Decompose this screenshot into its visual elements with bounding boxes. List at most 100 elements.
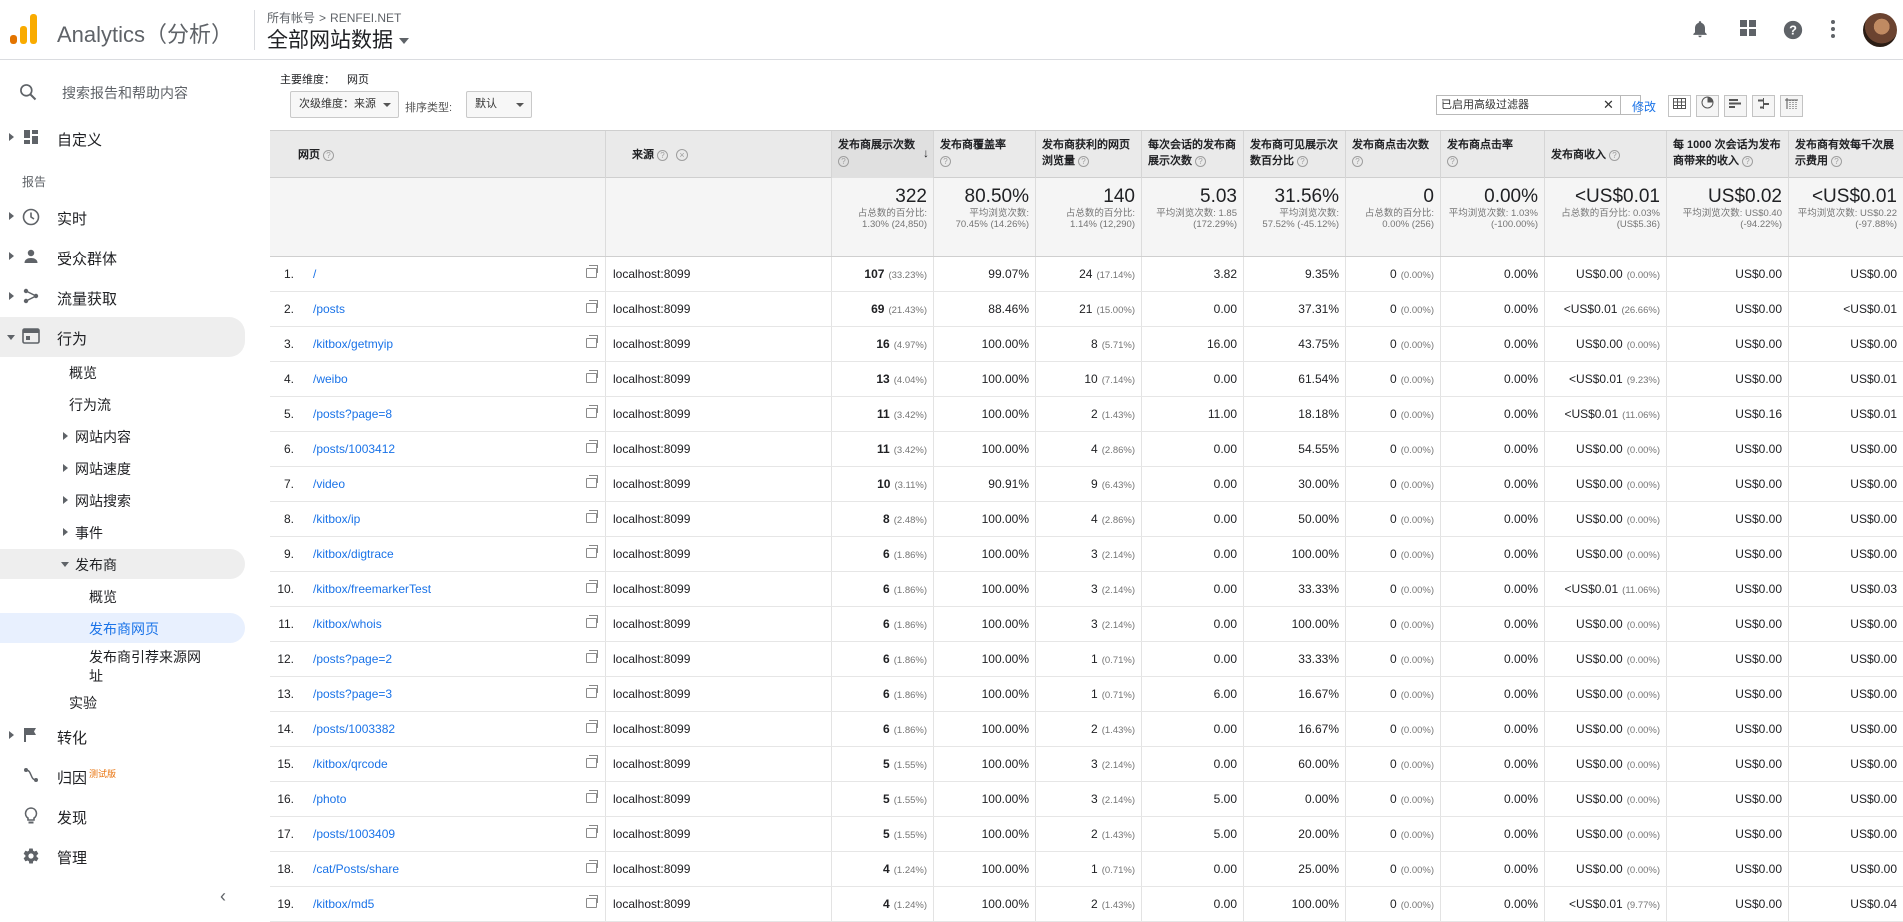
sidebar-item-experiments[interactable]: 实验 <box>0 687 245 717</box>
sidebar-item-events[interactable]: 事件 <box>0 517 245 547</box>
open-external-icon[interactable] <box>586 265 598 278</box>
page-link[interactable]: /weibo <box>313 362 348 396</box>
pie-chart-icon[interactable] <box>1696 95 1719 117</box>
table-view-icon[interactable] <box>1668 95 1691 117</box>
sidebar-item-site-search[interactable]: 网站搜索 <box>0 485 245 515</box>
sidebar-item-publisher-pages[interactable]: 发布商网页 <box>0 613 245 643</box>
header-revenue[interactable]: 发布商收入? <box>1544 131 1666 178</box>
page-link[interactable]: /posts/1003409 <box>313 817 395 851</box>
sort-type-select[interactable]: 默认 <box>466 91 532 118</box>
header-source[interactable]: 来源? × <box>605 131 831 178</box>
header-revenue-per-1000[interactable]: 每 1000 次会话为发布商带来的收入? <box>1666 131 1788 178</box>
sidebar-item-behavior[interactable]: 行为 <box>0 317 245 357</box>
page-cell[interactable]: 3. /kitbox/getmyip <box>270 327 605 361</box>
sidebar-item-overview[interactable]: 概览 <box>0 357 245 387</box>
sidebar-item-publisher-overview[interactable]: 概览 <box>0 581 245 611</box>
open-external-icon[interactable] <box>586 545 598 558</box>
page-link[interactable]: /kitbox/ip <box>313 502 360 536</box>
help-question-icon[interactable]: ? <box>1831 155 1842 167</box>
sidebar-item-site-content[interactable]: 网站内容 <box>0 421 245 451</box>
page-link[interactable]: /cat/Posts/share <box>313 852 399 886</box>
page-link[interactable]: /posts?page=3 <box>313 677 392 711</box>
page-link[interactable]: /kitbox/md5 <box>313 887 374 921</box>
help-icon[interactable]: ? <box>1782 19 1804 41</box>
header-viewable[interactable]: 发布商可见展示次数百分比? <box>1243 131 1345 178</box>
page-cell[interactable]: 19. /kitbox/md5 <box>270 887 605 921</box>
sidebar-item-audience[interactable]: 受众群体 <box>0 241 245 273</box>
page-cell[interactable]: 5. /posts?page=8 <box>270 397 605 431</box>
page-link[interactable]: /posts?page=8 <box>313 397 392 431</box>
collapse-sidebar-chevron-icon[interactable]: ‹ <box>220 886 226 907</box>
sidebar-item-realtime[interactable]: 实时 <box>0 201 245 233</box>
page-link[interactable]: /kitbox/getmyip <box>313 327 393 361</box>
sidebar-item-conversions[interactable]: 转化 <box>0 720 245 752</box>
page-cell[interactable]: 7. /video <box>270 467 605 501</box>
page-cell[interactable]: 16. /photo <box>270 782 605 816</box>
open-external-icon[interactable] <box>586 405 598 418</box>
header-ctr[interactable]: 发布商点击率? <box>1440 131 1544 178</box>
secondary-dimension-select[interactable]: 次级维度：来源 <box>290 91 399 118</box>
apps-grid-icon[interactable] <box>1737 19 1759 41</box>
header-page[interactable]: 网页? <box>270 131 605 178</box>
page-link[interactable]: /posts <box>313 292 345 326</box>
sidebar-search[interactable]: 搜索报告和帮助内容 <box>0 60 260 122</box>
sidebar-item-publisher[interactable]: 发布商 <box>0 549 245 579</box>
sidebar-item-publisher-referrers[interactable]: 发布商引荐来源网址 <box>0 644 245 684</box>
analytics-logo-icon[interactable] <box>10 14 38 44</box>
page-cell[interactable]: 4. /weibo <box>270 362 605 396</box>
page-link[interactable]: /posts/1003412 <box>313 432 395 466</box>
open-external-icon[interactable] <box>586 650 598 663</box>
more-vert-icon[interactable] <box>1822 19 1844 41</box>
remove-dimension-icon[interactable]: × <box>676 149 688 162</box>
open-external-icon[interactable] <box>586 615 598 628</box>
page-link[interactable]: /posts?page=2 <box>313 642 392 676</box>
help-question-icon[interactable]: ? <box>940 155 951 167</box>
clear-filter-button[interactable]: ✕ <box>1597 95 1621 115</box>
sidebar-item-admin[interactable]: 管理 <box>0 840 245 872</box>
sidebar-item-acquisition[interactable]: 流量获取 <box>0 281 245 313</box>
help-question-icon[interactable]: ? <box>838 155 849 167</box>
sidebar-item-attribution[interactable]: 归因 测试版 <box>0 760 245 792</box>
page-cell[interactable]: 8. /kitbox/ip <box>270 502 605 536</box>
open-external-icon[interactable] <box>586 895 598 908</box>
open-external-icon[interactable] <box>586 440 598 453</box>
comparison-icon[interactable] <box>1752 95 1775 117</box>
page-link[interactable]: / <box>313 257 316 291</box>
header-clicks[interactable]: 发布商点击次数? <box>1345 131 1440 178</box>
help-question-icon[interactable]: ? <box>1297 155 1308 167</box>
sidebar-item-discover[interactable]: 发现 <box>0 800 245 832</box>
page-cell[interactable]: 10. /kitbox/freemarkerTest <box>270 572 605 606</box>
sidebar-item-behavior-flow[interactable]: 行为流 <box>0 389 245 419</box>
header-monetized-pageviews[interactable]: 发布商获利的网页浏览量? <box>1035 131 1141 178</box>
property-selector[interactable]: 全部网站数据 <box>267 24 409 54</box>
open-external-icon[interactable] <box>586 860 598 873</box>
user-avatar[interactable] <box>1863 13 1897 47</box>
page-link[interactable]: /posts/1003382 <box>313 712 395 746</box>
open-external-icon[interactable] <box>586 370 598 383</box>
page-link[interactable]: /kitbox/qrcode <box>313 747 388 781</box>
open-external-icon[interactable] <box>586 720 598 733</box>
page-cell[interactable]: 11. /kitbox/whois <box>270 607 605 641</box>
page-cell[interactable]: 14. /posts/1003382 <box>270 712 605 746</box>
page-cell[interactable]: 17. /posts/1003409 <box>270 817 605 851</box>
primary-dimension-value[interactable]: 网页 <box>347 74 369 86</box>
help-question-icon[interactable]: ? <box>1195 155 1206 167</box>
page-cell[interactable]: 18. /cat/Posts/share <box>270 852 605 886</box>
help-question-icon[interactable]: ? <box>657 149 668 161</box>
sidebar-item-custom[interactable]: 自定义 <box>0 122 245 154</box>
page-link[interactable]: /photo <box>313 782 346 816</box>
page-cell[interactable]: 6. /posts/1003412 <box>270 432 605 466</box>
page-link[interactable]: /kitbox/whois <box>313 607 382 641</box>
help-question-icon[interactable]: ? <box>1609 149 1620 161</box>
page-cell[interactable]: 9. /kitbox/digtrace <box>270 537 605 571</box>
page-cell[interactable]: 13. /posts?page=3 <box>270 677 605 711</box>
help-question-icon[interactable]: ? <box>1352 155 1363 167</box>
open-external-icon[interactable] <box>586 475 598 488</box>
open-external-icon[interactable] <box>586 685 598 698</box>
page-link[interactable]: /video <box>313 467 345 501</box>
page-cell[interactable]: 2. /posts <box>270 292 605 326</box>
help-question-icon[interactable]: ? <box>1447 155 1458 167</box>
page-cell[interactable]: 15. /kitbox/qrcode <box>270 747 605 781</box>
help-question-icon[interactable]: ? <box>1742 155 1753 167</box>
bar-chart-icon[interactable] <box>1724 95 1747 117</box>
